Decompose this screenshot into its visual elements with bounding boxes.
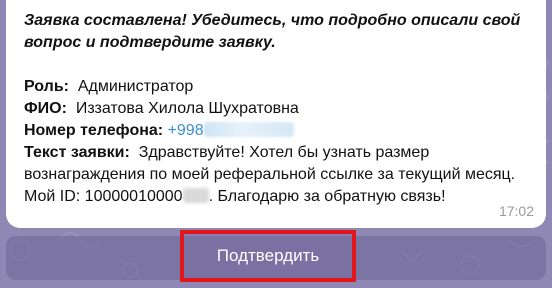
- request-row: Текст заявки: Здравствуйте! Хотел бы узн…: [24, 142, 532, 208]
- role-value: Администратор: [77, 78, 194, 95]
- request-label: Текст заявки:: [24, 144, 130, 161]
- role-row: Роль: Администратор: [24, 76, 532, 98]
- name-value: Иззатова Хилола Шухратовна: [75, 100, 299, 117]
- name-row: ФИО: Иззатова Хилола Шухратовна: [24, 98, 532, 120]
- confirm-button[interactable]: Подтвердить: [180, 230, 356, 282]
- phone-label: Номер телефона:: [24, 122, 164, 139]
- phone-row: Номер телефона: +998: [24, 120, 532, 142]
- role-label: Роль:: [24, 78, 69, 95]
- message-bubble: Заявка составлена! Убедитесь, что подроб…: [6, 0, 546, 228]
- message-time: 17:02: [498, 203, 534, 219]
- id-redacted: [182, 188, 209, 203]
- name-label: ФИО:: [24, 100, 67, 117]
- phone-link[interactable]: +998: [168, 122, 204, 139]
- message-intro: Заявка составлена! Убедитесь, что подроб…: [24, 12, 521, 51]
- phone-redacted: [203, 122, 294, 137]
- request-text-part2: . Благодарю за обратную связь!: [208, 188, 446, 205]
